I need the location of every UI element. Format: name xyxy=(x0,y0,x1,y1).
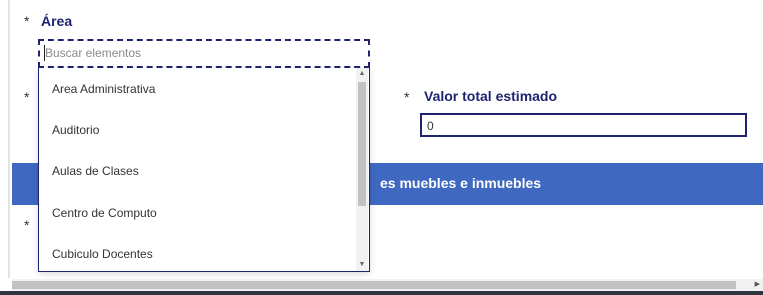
scroll-up-icon[interactable]: ▲ xyxy=(356,68,368,80)
bottom-bar xyxy=(0,291,763,295)
area-dropdown-list[interactable]: Area Administrativa Auditorio Aulas de C… xyxy=(38,68,370,272)
dropdown-vertical-scrollbar[interactable]: ▲ ▼ xyxy=(356,68,368,271)
scrollbar-thumb[interactable] xyxy=(358,82,366,206)
left-border xyxy=(8,0,10,278)
area-label: Área xyxy=(41,13,73,29)
field-required-asterisk-2: * xyxy=(24,217,30,233)
valor-total-label: Valor total estimado xyxy=(424,88,558,104)
dropdown-option-centro-de-computo[interactable]: Centro de Computo xyxy=(52,206,157,220)
valor-required-asterisk: * xyxy=(404,89,410,105)
dropdown-option-auditorio[interactable]: Auditorio xyxy=(52,123,99,137)
horizontal-scrollbar-thumb[interactable] xyxy=(12,281,736,289)
dropdown-option-aulas-de-clases[interactable]: Aulas de Clases xyxy=(52,164,139,178)
page-horizontal-scrollbar[interactable]: ▶ xyxy=(12,279,763,291)
scroll-right-icon[interactable]: ▶ xyxy=(755,279,760,291)
dropdown-option-area-administrativa[interactable]: Area Administrativa xyxy=(52,82,155,96)
area-search-input[interactable] xyxy=(45,44,355,62)
area-required-asterisk: * xyxy=(24,13,30,29)
dropdown-option-cubiculo-docentes[interactable]: Cubiculo Docentes xyxy=(52,247,153,261)
scroll-down-icon[interactable]: ▼ xyxy=(356,259,368,271)
section-banner-title: es muebles e inmuebles xyxy=(380,175,542,191)
area-search-box[interactable] xyxy=(38,39,370,68)
valor-total-input[interactable]: 0 xyxy=(420,113,747,137)
field-required-asterisk: * xyxy=(24,89,30,105)
